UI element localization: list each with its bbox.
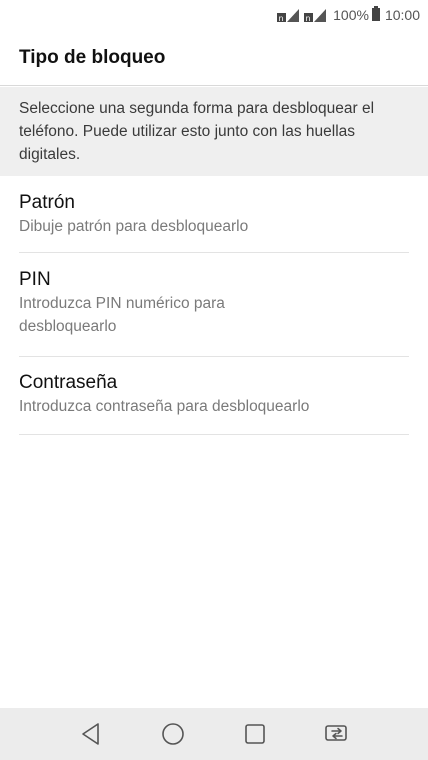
recent-apps-icon[interactable] — [241, 720, 269, 748]
svg-text:n: n — [306, 14, 311, 22]
option-subtitle: Introduzca PIN numérico para desbloquear… — [19, 295, 225, 335]
option-subtitle: Dibuje patrón para desbloquearlo — [19, 218, 249, 235]
option-pin[interactable]: PIN Introduzca PIN numérico para desbloq… — [19, 253, 409, 357]
screen: n n 100% 10:00 Tipo de bloqueo Seleccion… — [0, 0, 428, 760]
signal-sim2-icon: n — [304, 8, 328, 22]
navigation-bar — [0, 708, 428, 760]
option-pattern[interactable]: Patrón Dibuje patrón para desbloquearlo — [19, 176, 409, 253]
clock: 10:00 — [384, 7, 420, 23]
app-bar: Tipo de bloqueo — [0, 30, 428, 86]
option-subtitle: Introduzca contraseña para desbloquearlo — [19, 398, 310, 415]
dual-window-icon[interactable] — [323, 720, 351, 748]
battery-icon — [371, 6, 380, 24]
option-title: Contraseña — [19, 372, 118, 393]
lock-type-list: Patrón Dibuje patrón para desbloquearlo … — [19, 176, 409, 435]
battery-percent: 100% — [333, 7, 369, 23]
home-icon[interactable] — [159, 720, 187, 748]
signal-sim1-icon: n — [277, 8, 301, 22]
description-text: Seleccione una segunda forma para desblo… — [0, 87, 428, 176]
back-icon[interactable] — [77, 720, 105, 748]
option-title: PIN — [19, 269, 51, 290]
option-title: Patrón — [19, 192, 75, 213]
svg-text:n: n — [279, 14, 284, 22]
status-bar: n n 100% 10:00 — [0, 0, 428, 30]
page-title: Tipo de bloqueo — [19, 46, 166, 68]
option-password[interactable]: Contraseña Introduzca contraseña para de… — [19, 357, 409, 435]
